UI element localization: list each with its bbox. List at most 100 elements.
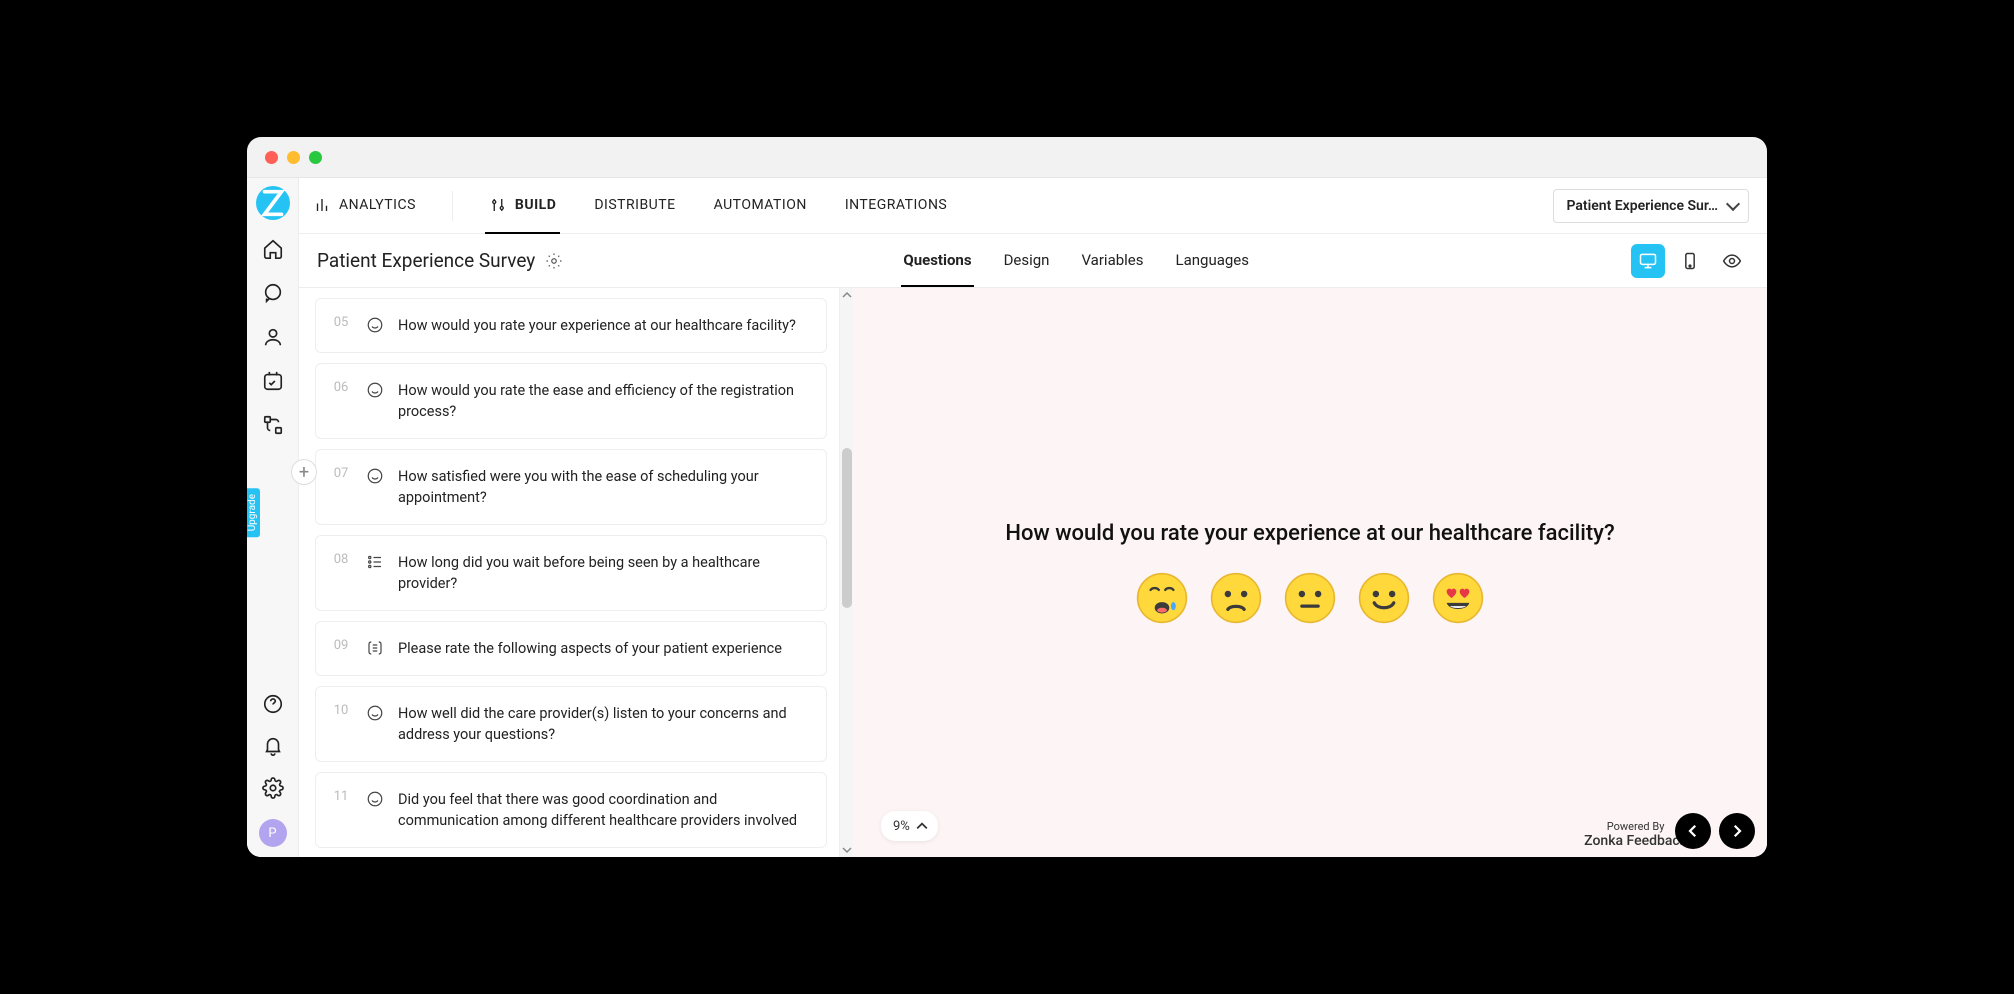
smiley-icon: [366, 467, 384, 485]
upgrade-tag[interactable]: Upgrade: [247, 488, 260, 537]
question-card[interactable]: 05 How would you rate your experience at …: [315, 298, 827, 353]
question-text: Please rate the following aspects of you…: [398, 638, 782, 659]
window-zoom-button[interactable]: [309, 151, 322, 164]
scrollbar[interactable]: [839, 288, 853, 857]
tab-analytics[interactable]: ANALYTICS: [309, 178, 420, 234]
subtab-questions[interactable]: Questions: [901, 235, 973, 287]
question-card[interactable]: 07 How satisfied were you with the ease o…: [315, 449, 827, 525]
question-number: 08: [330, 552, 352, 567]
home-icon[interactable]: [262, 238, 284, 260]
survey-title: Patient Experience Survey: [317, 249, 563, 272]
prev-button[interactable]: [1675, 813, 1711, 849]
question-card[interactable]: 08 How long did you wait before being see…: [315, 535, 827, 611]
workflow-icon[interactable]: [262, 414, 284, 436]
subtab-variables[interactable]: Variables: [1079, 235, 1145, 287]
question-text: How well did the care provider(s) listen…: [398, 703, 812, 745]
question-card[interactable]: 10 How well did the care provider(s) list…: [315, 686, 827, 762]
emoji-neutral[interactable]: [1284, 572, 1336, 624]
window-minimize-button[interactable]: [287, 151, 300, 164]
subtab-languages[interactable]: Languages: [1174, 235, 1252, 287]
emoji-sad[interactable]: [1210, 572, 1262, 624]
question-text: How would you rate your experience at ou…: [398, 315, 796, 336]
preview-wrap: How would you rate your experience at ou…: [839, 288, 1767, 857]
tab-build[interactable]: BUILD: [485, 178, 560, 234]
tab-label: ANALYTICS: [339, 197, 416, 213]
smiley-icon: [366, 790, 384, 808]
emoji-crying[interactable]: [1136, 572, 1188, 624]
window-titlebar: [247, 137, 1767, 177]
smiley-icon: [366, 381, 384, 399]
next-button[interactable]: [1719, 813, 1755, 849]
scroll-down-icon[interactable]: [842, 845, 852, 855]
subtab-design[interactable]: Design: [1002, 235, 1052, 287]
app-window: Upgrade P + ANALYTICS BUILD: [247, 137, 1767, 857]
window-close-button[interactable]: [265, 151, 278, 164]
question-number: 09: [330, 638, 352, 653]
content-area: 05 How would you rate your experience at …: [299, 288, 1767, 857]
emoji-love[interactable]: [1432, 572, 1484, 624]
view-toggles: [1631, 244, 1749, 278]
preview-button[interactable]: [1715, 244, 1749, 278]
tab-label: BUILD: [515, 197, 556, 213]
powered-label: Powered By: [1584, 820, 1687, 833]
help-icon[interactable]: [262, 693, 284, 715]
scroll-thumb[interactable]: [842, 448, 852, 608]
progress-value: 9%: [893, 819, 910, 834]
question-card[interactable]: 06 How would you rate the ease and effici…: [315, 363, 827, 439]
main-area: ANALYTICS BUILD DISTRIBUTE AUTOMATION IN…: [299, 178, 1767, 857]
question-number: 06: [330, 380, 352, 395]
brand-logo[interactable]: [256, 186, 290, 220]
question-text: How satisfied were you with the ease of …: [398, 466, 812, 508]
scroll-up-icon[interactable]: [842, 290, 852, 300]
smiley-icon: [366, 704, 384, 722]
question-text: How would you rate the ease and efficien…: [398, 380, 812, 422]
tab-distribute[interactable]: DISTRIBUTE: [590, 179, 679, 233]
mobile-view-button[interactable]: [1673, 244, 1707, 278]
bell-icon[interactable]: [262, 735, 284, 757]
top-nav: ANALYTICS BUILD DISTRIBUTE AUTOMATION IN…: [299, 178, 1767, 234]
chat-icon[interactable]: [262, 282, 284, 304]
build-icon: [489, 196, 507, 214]
preview-question-text: How would you rate your experience at ou…: [1005, 521, 1614, 546]
app-body: Upgrade P + ANALYTICS BUILD: [247, 177, 1767, 857]
sub-tabs: Questions Design Variables Languages: [901, 235, 1251, 287]
question-card[interactable]: 09 Please rate the following aspects of y…: [315, 621, 827, 676]
analytics-icon: [313, 196, 331, 214]
emoji-rating-row: [1136, 572, 1484, 624]
question-card[interactable]: 11 Did you feel that there was good coord…: [315, 772, 827, 848]
tab-automation[interactable]: AUTOMATION: [710, 179, 811, 233]
smiley-icon: [366, 316, 384, 334]
survey-selector[interactable]: Patient Experience Sur…: [1553, 189, 1749, 223]
person-icon[interactable]: [262, 326, 284, 348]
question-number: 05: [330, 315, 352, 330]
tab-label: DISTRIBUTE: [594, 197, 675, 213]
calendar-icon[interactable]: [262, 370, 284, 392]
avatar[interactable]: P: [259, 819, 287, 847]
emoji-happy[interactable]: [1358, 572, 1410, 624]
tab-label: AUTOMATION: [714, 197, 807, 213]
question-number: 11: [330, 789, 352, 804]
sub-header: Patient Experience Survey Questions Desi…: [299, 234, 1767, 288]
matrix-icon: [366, 639, 384, 657]
question-number: 10: [330, 703, 352, 718]
question-number: 07: [330, 466, 352, 481]
progress-indicator[interactable]: 9%: [881, 811, 938, 841]
question-list[interactable]: 05 How would you rate your experience at …: [299, 288, 839, 857]
nav-divider: [452, 191, 453, 221]
chevron-up-icon: [916, 820, 928, 832]
add-button[interactable]: +: [291, 459, 317, 485]
left-rail: Upgrade P: [247, 178, 299, 857]
preview-nav-buttons: [1675, 813, 1755, 849]
gear-icon[interactable]: [545, 252, 563, 270]
tab-label: INTEGRATIONS: [845, 197, 947, 213]
powered-by[interactable]: Powered By Zonka Feedback: [1584, 820, 1687, 849]
list-icon: [366, 553, 384, 571]
survey-title-text: Patient Experience Survey: [317, 249, 535, 272]
tab-integrations[interactable]: INTEGRATIONS: [841, 179, 951, 233]
preview-pane: How would you rate your experience at ou…: [853, 288, 1767, 857]
question-text: How long did you wait before being seen …: [398, 552, 812, 594]
powered-brand: Zonka Feedback: [1584, 833, 1687, 849]
question-text: Did you feel that there was good coordin…: [398, 789, 812, 831]
gear-icon[interactable]: [262, 777, 284, 799]
desktop-view-button[interactable]: [1631, 244, 1665, 278]
